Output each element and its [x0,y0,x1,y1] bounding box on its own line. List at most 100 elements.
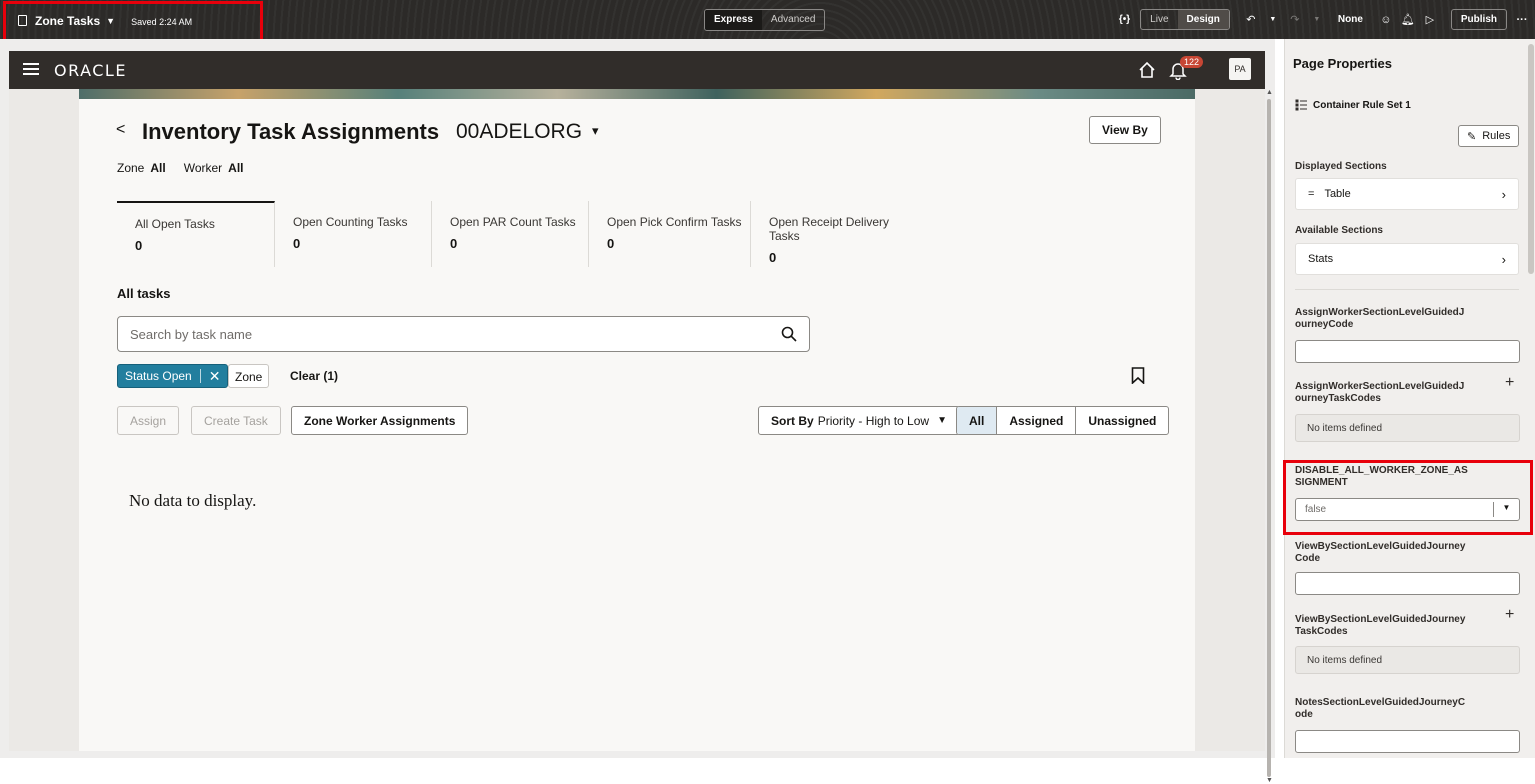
mode-toggle: Express Advanced [704,9,826,31]
bookmark-icon[interactable] [1131,367,1145,384]
segment-unassigned[interactable]: Unassigned [1076,407,1168,434]
search-input[interactable]: Search by task name [117,316,810,352]
displayed-section-name: Table [1324,188,1351,200]
preview-play-icon[interactable]: ▷ [1421,13,1439,26]
view-by-journey-code-input[interactable] [1295,572,1520,595]
segment-all[interactable]: All [957,407,998,434]
undo-icon[interactable]: ↶ [1242,13,1260,26]
view-by-task-codes-empty: No items defined [1295,646,1520,674]
notification-count-badge: 122 [1180,56,1204,68]
status-open-filter-chip[interactable]: Status Open ✕ [117,364,229,388]
available-section-item[interactable]: Stats › [1295,243,1519,275]
add-icon[interactable]: + [1505,606,1514,624]
assign-worker-journey-code-input[interactable] [1295,340,1520,363]
create-task-button[interactable]: Create Task [191,406,281,435]
page-properties-panel: Page Properties Container Rule Set 1 ✎ R… [1284,39,1535,758]
assign-worker-task-codes-empty: No items defined [1295,414,1520,442]
sort-by-prefix: Sort By [771,413,814,428]
undo-menu-chevron-icon[interactable]: ▼ [1264,16,1282,23]
drag-handle-icon[interactable]: = [1308,188,1314,200]
back-chevron-icon[interactable]: < [116,121,125,139]
assignment-filter-segmented: All Assigned Unassigned [956,406,1170,435]
user-avatar[interactable]: PA [1229,58,1251,80]
search-icon[interactable] [781,326,797,342]
tab-label: Open Counting Tasks [293,215,408,229]
worker-filter-value[interactable]: All [228,161,243,175]
view-by-task-codes-label: ViewBySectionLevelGuidedJourneyTaskCodes [1295,614,1466,637]
zone-filter-chip[interactable]: Zone [228,364,270,388]
tab-open-par-count-tasks[interactable]: Open PAR Count Tasks 0 [432,201,589,267]
toolbar-actions: {•} Live Design ↶ ▼ ↷ ▼ None ☺ 🔔︎ ▷ Publ… [1119,9,1535,30]
view-by-button[interactable]: View By [1089,116,1161,144]
scroll-up-arrow-icon[interactable]: ▲ [1266,89,1273,96]
tab-label: Open Receipt Delivery Tasks [769,215,890,243]
tab-count: 0 [607,236,615,251]
zone-filter-value[interactable]: All [150,161,165,175]
sort-by-value: Priority - High to Low [817,413,930,428]
chevron-down-icon[interactable]: ▼ [106,16,115,26]
design-button[interactable]: Design [1177,10,1229,29]
panel-scrollbar[interactable] [1528,44,1534,274]
bell-icon[interactable]: 🔔︎ [1399,13,1417,26]
saved-status: Saved 2:24 AM [131,17,193,27]
assign-worker-task-codes-label: AssignWorkerSectionLevelGuidedJourneyTas… [1295,381,1465,404]
canvas-scrollbar[interactable]: ▲ ▼ [1266,89,1273,784]
worker-filter-label: Worker [183,161,223,175]
tab-open-pick-confirm-tasks[interactable]: Open Pick Confirm Tasks 0 [589,201,751,267]
rules-button-label: Rules [1482,130,1511,142]
rules-button[interactable]: ✎ Rules [1458,125,1520,147]
add-icon[interactable]: + [1505,374,1514,392]
scroll-down-arrow-icon[interactable]: ▼ [1266,777,1273,784]
chevron-down-icon: ▼ [937,415,947,426]
chip-divider [199,369,201,383]
tab-all-open-tasks[interactable]: All Open Tasks 0 [117,201,275,267]
publish-button[interactable]: Publish [1450,9,1507,30]
assign-button[interactable]: Assign [117,406,180,435]
live-button[interactable]: Live [1141,10,1177,29]
panel-divider [1295,289,1519,290]
tab-count: 0 [450,236,458,251]
tab-label: Open PAR Count Tasks [450,215,576,229]
home-icon[interactable] [1138,61,1156,79]
document-icon [18,15,27,26]
redo-menu-chevron-icon[interactable]: ▼ [1308,16,1326,23]
hamburger-menu-icon[interactable] [23,63,39,78]
section-title: All tasks [117,286,171,301]
available-sections-label: Available Sections [1295,225,1383,236]
sort-by-select[interactable]: Sort By Priority - High to Low ▼ [758,406,960,435]
displayed-section-item[interactable]: = Table › [1295,178,1519,210]
scrollbar-thumb[interactable] [1267,99,1271,777]
tab-open-receipt-delivery-tasks[interactable]: Open Receipt Delivery Tasks 0 [751,201,921,267]
smiley-icon[interactable]: ☺ [1377,14,1395,26]
redo-icon[interactable]: ↷ [1286,13,1304,26]
chevron-down-icon[interactable]: ▾ [592,123,599,139]
tab-label: All Open Tasks [135,217,215,231]
advanced-mode-button[interactable]: Advanced [762,10,824,30]
notes-journey-code-input[interactable] [1295,730,1520,753]
tab-open-counting-tasks[interactable]: Open Counting Tasks 0 [275,201,432,267]
rule-set-name: Container Rule Set 1 [1313,99,1411,111]
app-preview-frame: ORACLE 122 PA < Inventory Task Assignmen… [9,51,1265,751]
segment-assigned[interactable]: Assigned [997,407,1077,434]
more-options-icon[interactable]: ··· [1513,14,1531,26]
notes-journey-code-label: NotesSectionLevelGuidedJourneyCode [1295,697,1466,720]
none-label[interactable]: None [1338,14,1363,25]
designer-toolbar: Zone Tasks ▼ Saved 2:24 AM Express Advan… [0,0,1535,47]
oracle-logo: ORACLE [54,61,127,80]
highlight-annotation [1283,460,1533,535]
search-placeholder: Search by task name [130,327,253,342]
view-by-journey-code-label: ViewBySectionLevelGuidedJourneyCode [1295,541,1466,564]
stat-tabs: All Open Tasks 0 Open Counting Tasks 0 O… [117,201,921,267]
variables-icon[interactable]: {•} [1119,14,1130,25]
page-title: Inventory Task Assignments [142,119,440,144]
assign-worker-journey-code-label: AssignWorkerSectionLevelGuidedJourneyCod… [1295,307,1465,330]
organization-selector[interactable]: 00ADELORG [456,120,582,144]
clear-filters-link[interactable]: Clear (1) [290,369,338,383]
page-name[interactable]: Zone Tasks [35,14,100,28]
close-icon[interactable]: ✕ [209,368,221,385]
express-mode-button[interactable]: Express [705,10,762,30]
panel-title: Page Properties [1293,56,1392,71]
chevron-right-icon: › [1501,186,1506,202]
zone-worker-assignments-button[interactable]: Zone Worker Assignments [291,406,469,435]
tab-count: 0 [293,236,301,251]
